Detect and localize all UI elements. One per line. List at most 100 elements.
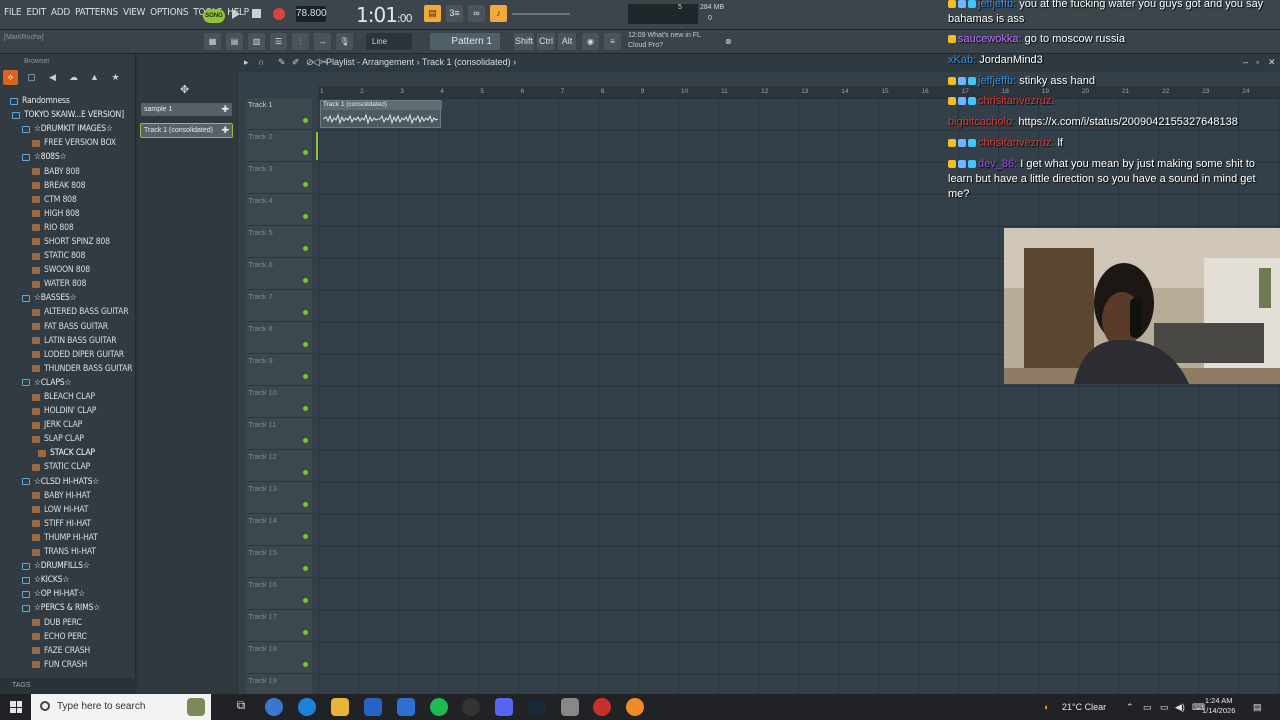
browser-item[interactable]: FREE VERSION BOX: [0, 136, 136, 150]
roblox-icon[interactable]: [593, 698, 611, 716]
taskbar-clock[interactable]: 1:24 AM 1/14/2026: [1202, 696, 1235, 716]
alt-key-button[interactable]: Alt: [558, 33, 576, 50]
track-header[interactable]: Track 7: [246, 290, 312, 322]
network-icon[interactable]: ▭: [1160, 694, 1169, 720]
track-mute-led[interactable]: [303, 406, 308, 411]
track-mute-led[interactable]: [303, 662, 308, 667]
menu-view[interactable]: VIEW: [123, 7, 145, 18]
browser-item[interactable]: LODED DIPER GUITAR: [0, 348, 136, 362]
menu-add[interactable]: ADD: [51, 7, 70, 18]
track-header[interactable]: Track 8: [246, 322, 312, 354]
track-mute-led[interactable]: [303, 438, 308, 443]
browser-item[interactable]: ECHO PERC: [0, 630, 136, 644]
browser-item[interactable]: STATIC CLAP: [0, 460, 136, 474]
task-view-icon[interactable]: ⧉: [232, 698, 250, 716]
browser-folder[interactable]: ☆KICKS☆: [0, 573, 136, 587]
paint-icon[interactable]: ✐: [292, 57, 300, 68]
browser-item[interactable]: CTM 808: [0, 193, 136, 207]
pattern-selector[interactable]: Pattern 1: [430, 33, 500, 50]
browser-folder[interactable]: ☆DRUMKIT IMAGES☆: [0, 122, 136, 136]
copilot-icon[interactable]: [265, 698, 283, 716]
ctrl-key-button[interactable]: Ctrl: [537, 33, 555, 50]
browser-item[interactable]: LOW HI-HAT: [0, 503, 136, 517]
audio-clip[interactable]: Track 1 (consolidated): [320, 100, 442, 128]
plugin-picker-icon[interactable]: ⫶: [292, 33, 309, 50]
browser-folder[interactable]: ☆DRUMFILLS☆: [0, 559, 136, 573]
track-mute-led[interactable]: [303, 598, 308, 603]
browser-item[interactable]: FAT BASS GUITAR: [0, 320, 136, 334]
chat-username[interactable]: saucewokka: [958, 33, 1019, 45]
steam-icon[interactable]: [528, 698, 546, 716]
plus-icon[interactable]: ✚: [221, 103, 229, 116]
browser-back-icon[interactable]: ◀: [45, 70, 60, 85]
edge-icon[interactable]: [298, 698, 316, 716]
track-header[interactable]: Track 16: [246, 578, 312, 610]
browser-item[interactable]: HOLDIN' CLAP: [0, 404, 136, 418]
list-icon[interactable]: ≡: [604, 33, 621, 50]
vscode-icon[interactable]: [397, 698, 415, 716]
record-icon[interactable]: [273, 8, 285, 20]
plus-icon[interactable]: ✚: [221, 124, 229, 137]
track-header[interactable]: Track 10: [246, 386, 312, 418]
browser-item[interactable]: BLEACH CLAP: [0, 390, 136, 404]
track-header[interactable]: Track 12: [246, 450, 312, 482]
tray-chevron-icon[interactable]: ⌃: [1126, 694, 1134, 720]
track-mute-led[interactable]: [303, 342, 308, 347]
obs-icon[interactable]: [462, 698, 480, 716]
minecraft-icon[interactable]: [187, 698, 205, 716]
channel-rack-icon[interactable]: ▤: [226, 33, 243, 50]
tray-app-icon[interactable]: ▭: [1143, 694, 1152, 720]
metronome-icon[interactable]: ▤: [424, 5, 441, 22]
browser-item[interactable]: LATIN BASS GUITAR: [0, 334, 136, 348]
track-header[interactable]: Track 11: [246, 418, 312, 450]
loop-record-icon[interactable]: ∞: [468, 5, 485, 22]
mic-icon[interactable]: 🎙: [336, 33, 353, 50]
browser-item[interactable]: SHORT SPINZ 808: [0, 235, 136, 249]
browser-item[interactable]: FAZE CRASH: [0, 644, 136, 658]
track-mute-led[interactable]: [303, 310, 308, 315]
news-panel[interactable]: 12:09 What's new in FL Cloud Pro?: [628, 31, 701, 51]
menu-options[interactable]: OPTIONS: [150, 7, 188, 18]
song-mode-toggle[interactable]: SONG: [203, 9, 225, 23]
countdown-icon[interactable]: ♪: [490, 5, 507, 22]
notification-icon[interactable]: ▤: [1253, 694, 1262, 720]
browser-folder[interactable]: ☆808S☆: [0, 150, 136, 164]
browser-item[interactable]: SWOON 808: [0, 263, 136, 277]
track-mute-led[interactable]: [303, 118, 308, 123]
file-explorer-icon[interactable]: [331, 698, 349, 716]
browser-item[interactable]: SLAP CLAP: [0, 432, 136, 446]
volume-icon[interactable]: ◀): [1175, 694, 1185, 720]
track-mute-led[interactable]: [303, 534, 308, 539]
master-volume-slider[interactable]: [512, 13, 570, 15]
chat-username[interactable]: jeffjeffb: [978, 75, 1013, 87]
browser-files-icon[interactable]: ▢: [24, 70, 39, 85]
track-header[interactable]: Track 15: [246, 546, 312, 578]
snap-select[interactable]: Line: [366, 33, 412, 50]
browser-item[interactable]: STIFF HI-HAT: [0, 517, 136, 531]
magnet-icon[interactable]: ∩: [258, 57, 264, 67]
browser-all-icon[interactable]: ⟡: [3, 70, 18, 85]
tempo-display[interactable]: 78.800: [296, 6, 327, 22]
browser-folder[interactable]: ☆CLAPS☆: [0, 376, 136, 390]
browser-folder[interactable]: ☆BASSES☆: [0, 291, 136, 305]
discord-icon[interactable]: [495, 698, 513, 716]
track-header[interactable]: Track 18: [246, 642, 312, 674]
taskbar-search[interactable]: Type here to search: [31, 694, 211, 720]
menu-edit[interactable]: EDIT: [26, 7, 46, 18]
track-header[interactable]: Track 17: [246, 610, 312, 642]
step-edit-icon[interactable]: 3≡: [446, 5, 463, 22]
browser-tags[interactable]: TAGS: [0, 678, 136, 694]
browser-arrow-icon[interactable]: ▲: [87, 70, 102, 85]
browser-item[interactable]: RIO 808: [0, 221, 136, 235]
browser-item[interactable]: TRANS HI-HAT: [0, 545, 136, 559]
fl-studio-icon[interactable]: [626, 698, 644, 716]
track-header[interactable]: Track 13: [246, 482, 312, 514]
browser-item[interactable]: ALTERED BASS GUITAR: [0, 305, 136, 319]
chat-username[interactable]: bigbitcacholo: [948, 116, 1012, 128]
track-header[interactable]: Track 6: [246, 258, 312, 290]
track-mute-led[interactable]: [303, 150, 308, 155]
browser-folder[interactable]: ☆OP HI-HAT☆: [0, 587, 136, 601]
channel-sample-1[interactable]: sample 1 ✚: [141, 103, 232, 116]
piano-roll-icon[interactable]: ▥: [248, 33, 265, 50]
browser-item[interactable]: BREAK 808: [0, 179, 136, 193]
